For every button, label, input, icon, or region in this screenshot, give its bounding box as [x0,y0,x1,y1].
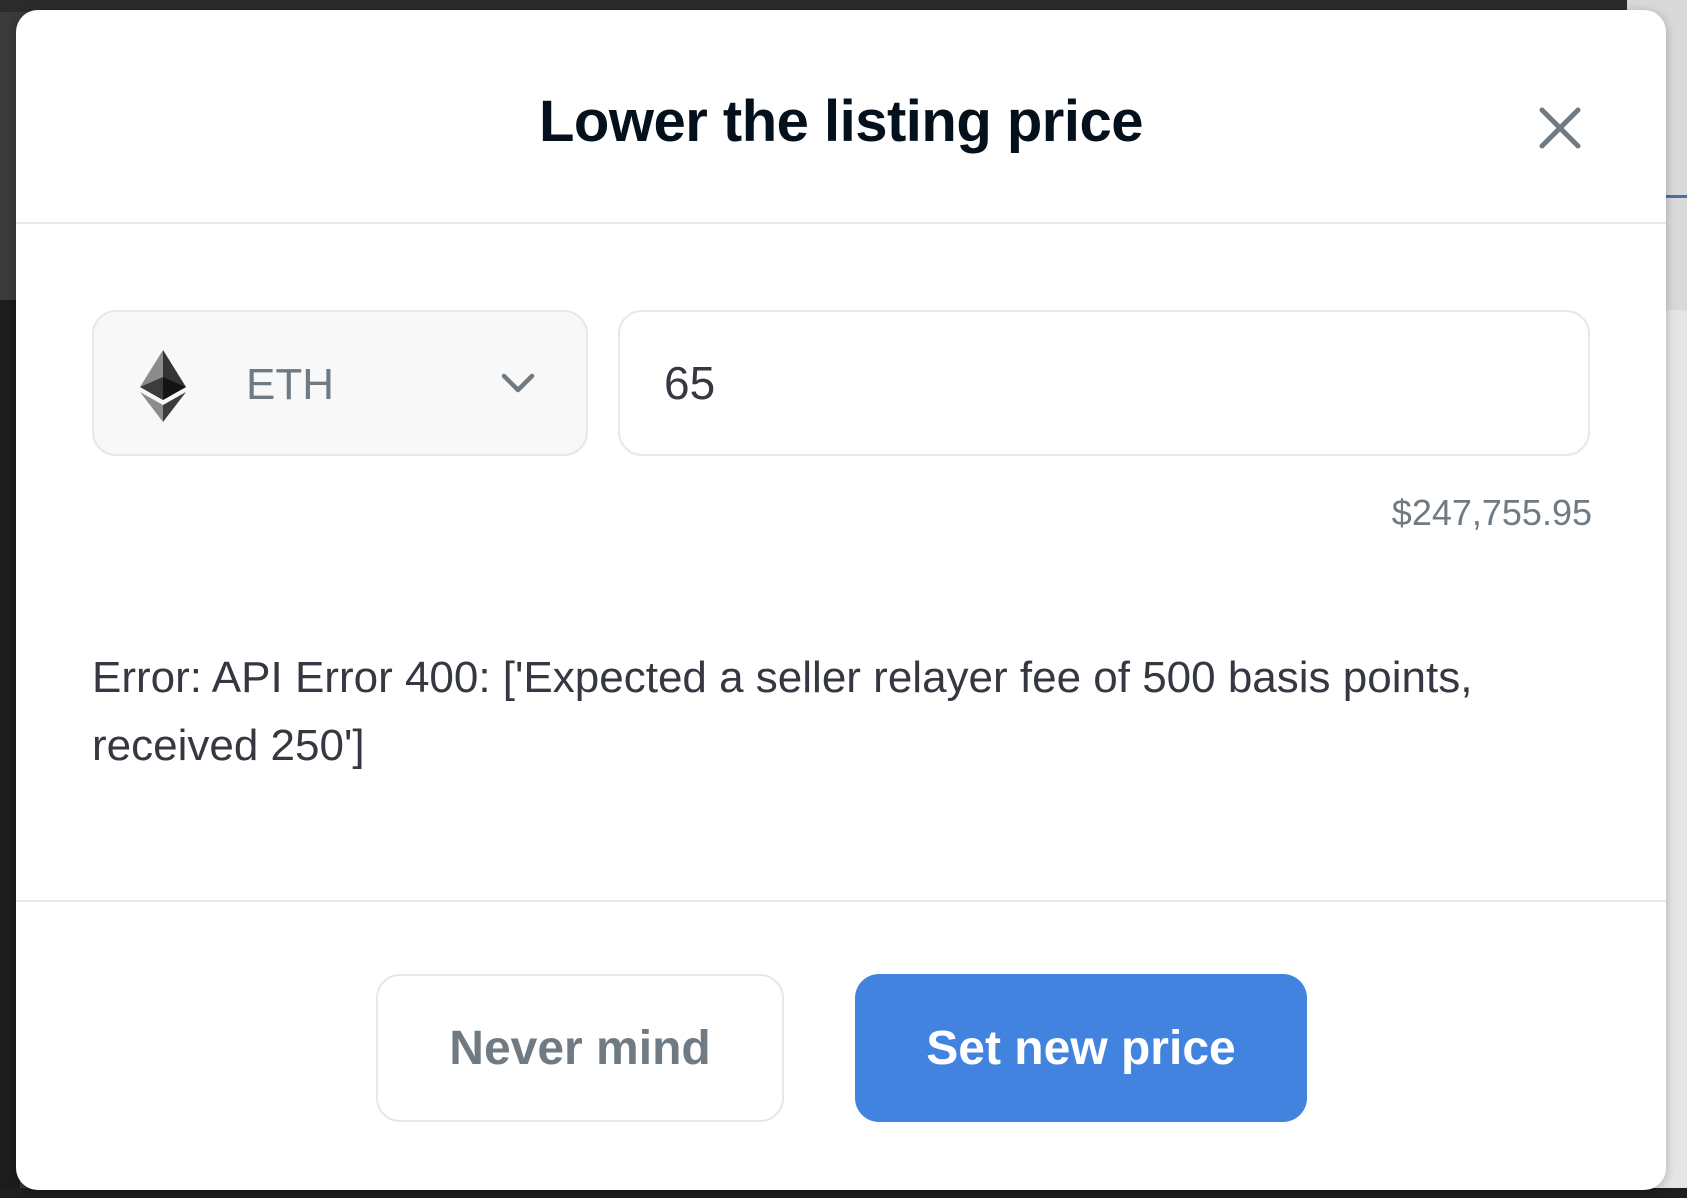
error-message: Error: API Error 400: ['Expected a selle… [92,653,1473,770]
modal-header: Lower the listing price [16,10,1666,224]
currency-label: ETH [246,360,334,409]
modal-title: Lower the listing price [538,89,1144,154]
ethereum-icon [140,350,186,422]
set-new-price-button[interactable]: Set new price [855,974,1307,1122]
never-mind-button[interactable]: Never mind [376,974,784,1122]
currency-select[interactable]: ETH [92,310,588,456]
chevron-down-icon [501,373,535,393]
close-button[interactable] [1532,100,1588,156]
modal-footer: Never mind Set new price [16,902,1666,1190]
lower-price-modal: Lower the listing price ETH $247, [16,10,1666,1190]
usd-value: $247,755.95 [1391,492,1592,533]
price-input[interactable] [618,310,1590,456]
modal-body: ETH $247,755.95 Error: API Error 400: ['… [16,224,1666,902]
close-icon [1539,107,1581,149]
